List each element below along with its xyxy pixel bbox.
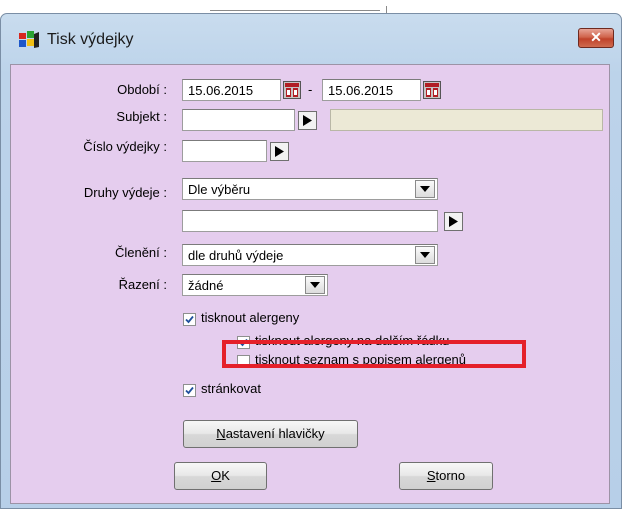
dialog-body: Období : 15.06.2015 - 15.06.2015 Subjekt… xyxy=(10,64,610,504)
calendar-from-icon[interactable] xyxy=(283,81,301,99)
play-arrow-icon xyxy=(449,216,458,227)
issue-number-label: Číslo výdejky : xyxy=(83,139,167,154)
chevron-down-icon xyxy=(310,282,320,288)
subject-code-input[interactable] xyxy=(182,109,295,131)
cancel-label: torno xyxy=(435,468,466,483)
window-title: Tisk výdejky xyxy=(47,31,134,48)
date-from-field[interactable]: 15.06.2015 xyxy=(182,79,281,101)
app-icon xyxy=(19,31,39,48)
date-range-separator: - xyxy=(308,82,313,97)
date-to-value: 15.06.2015 xyxy=(328,83,394,98)
issue-number-input[interactable] xyxy=(182,140,267,162)
print-allergens-label: tisknout alergeny xyxy=(201,310,300,325)
issue-number-browse-button[interactable] xyxy=(270,142,289,161)
sorting-dropdown-button[interactable] xyxy=(305,276,325,294)
highlight-annotation xyxy=(222,340,526,368)
checkmark-icon xyxy=(185,386,194,395)
print-allergens-checkbox[interactable] xyxy=(183,313,196,326)
ok-button[interactable]: OK xyxy=(174,462,267,490)
calendar-to-icon[interactable] xyxy=(423,81,441,99)
subject-browse-button[interactable] xyxy=(298,111,317,130)
issue-types-extra-input[interactable] xyxy=(182,210,438,232)
grouping-select[interactable]: dle druhů výdeje xyxy=(182,244,438,266)
date-from-value: 15.06.2015 xyxy=(188,83,254,98)
print-issue-dialog: Tisk výdejky ✕ Období : 15.06.2015 - 15.… xyxy=(0,13,622,509)
title-bar[interactable]: Tisk výdejky ✕ xyxy=(1,14,621,64)
background-window-edge xyxy=(210,10,380,11)
close-icon: ✕ xyxy=(590,29,602,45)
cancel-accel: S xyxy=(426,468,436,483)
grouping-label: Členění : xyxy=(114,245,167,260)
ok-accel: O xyxy=(211,468,222,483)
cancel-button[interactable]: Storno xyxy=(399,462,493,490)
grouping-dropdown-button[interactable] xyxy=(415,246,435,264)
chevron-down-icon xyxy=(420,252,430,258)
date-to-field[interactable]: 15.06.2015 xyxy=(322,79,421,101)
period-label: Období : xyxy=(117,82,167,97)
paginate-label: stránkovat xyxy=(201,381,261,396)
sorting-selected: žádné xyxy=(188,278,224,293)
play-arrow-icon xyxy=(303,115,312,126)
subject-name-display xyxy=(330,109,603,131)
paginate-checkbox[interactable] xyxy=(183,384,196,397)
issue-types-select[interactable]: Dle výběru xyxy=(182,178,438,200)
header-settings-button[interactable]: Nastavení hlavičky xyxy=(183,420,358,448)
issue-types-selected: Dle výběru xyxy=(188,182,251,197)
header-settings-label: astavení hlavičky xyxy=(225,426,325,441)
issue-types-browse-button[interactable] xyxy=(444,212,463,231)
chevron-down-icon xyxy=(420,186,430,192)
grouping-selected: dle druhů výdeje xyxy=(188,248,284,263)
header-settings-accel: N xyxy=(216,426,226,441)
issue-types-label: Druhy výdeje : xyxy=(83,185,167,200)
close-button[interactable]: ✕ xyxy=(578,28,614,48)
ok-label: K xyxy=(221,468,230,483)
checkmark-icon xyxy=(185,315,194,324)
sorting-label: Řazení : xyxy=(118,277,167,292)
subject-label: Subjekt : xyxy=(116,109,167,124)
play-arrow-icon xyxy=(275,146,284,157)
issue-types-dropdown-button[interactable] xyxy=(415,180,435,198)
